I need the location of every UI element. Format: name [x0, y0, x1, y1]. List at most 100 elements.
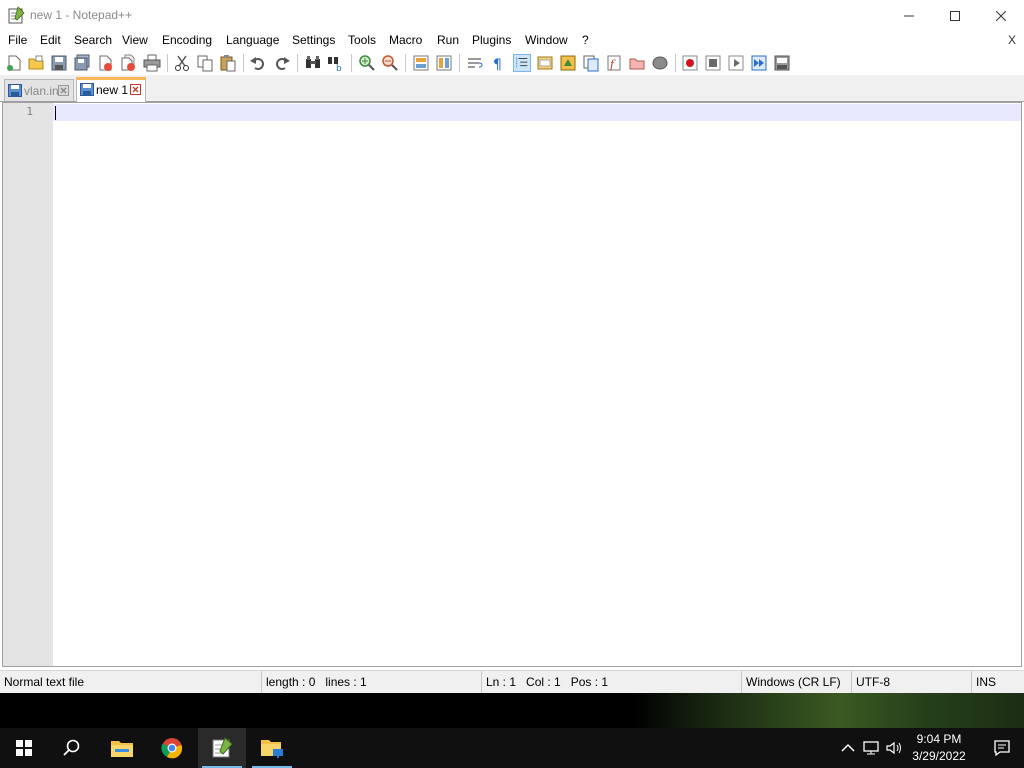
toolbar-separator: [351, 54, 352, 72]
taskbar: 9:04 PM 3/29/2022: [0, 728, 1024, 768]
tab-close-icon[interactable]: [130, 84, 141, 95]
cut-icon[interactable]: [173, 54, 191, 72]
network-folder-icon: [261, 740, 283, 758]
editor-area[interactable]: 1: [2, 102, 1022, 667]
redo-icon[interactable]: [273, 54, 291, 72]
zoom-out-icon[interactable]: [381, 54, 399, 72]
status-cursor-position[interactable]: Ln : 1 Col : 1 Pos : 1: [482, 671, 742, 694]
document-list-icon[interactable]: [582, 54, 600, 72]
record-macro-icon[interactable]: [681, 54, 699, 72]
indent-guide-icon[interactable]: [513, 54, 531, 72]
taskbar-file-explorer[interactable]: [98, 728, 146, 768]
tab-label: vlan.ini: [24, 84, 62, 98]
run-macro-multiple-icon[interactable]: [750, 54, 768, 72]
chevron-up-icon[interactable]: [838, 738, 858, 758]
volume-icon[interactable]: [884, 738, 904, 758]
status-length-lines: length : 0 lines : 1: [262, 671, 482, 694]
undo-icon[interactable]: [249, 54, 267, 72]
word-wrap-icon[interactable]: [466, 54, 484, 72]
menu-window[interactable]: Window: [525, 33, 568, 47]
sync-vertical-icon[interactable]: [412, 54, 430, 72]
status-eol[interactable]: Windows (CR LF): [742, 671, 852, 694]
action-center-button[interactable]: [980, 728, 1024, 768]
toolbar: b ¶ f: [0, 51, 1024, 75]
network-icon[interactable]: [861, 738, 881, 758]
taskbar-chrome[interactable]: [148, 728, 196, 768]
menu-view[interactable]: View: [122, 33, 148, 47]
save-macro-icon[interactable]: [773, 54, 791, 72]
search-icon: [63, 739, 80, 756]
save-all-icon[interactable]: [73, 54, 91, 72]
start-icon: [16, 740, 32, 756]
close-window-button[interactable]: [978, 0, 1024, 31]
menu-plugins[interactable]: Plugins: [472, 33, 511, 47]
menu-file[interactable]: File: [8, 33, 27, 47]
status-bar: Normal text file length : 0 lines : 1 Ln …: [0, 670, 1024, 694]
open-file-icon[interactable]: [27, 54, 45, 72]
sync-horizontal-icon[interactable]: [435, 54, 453, 72]
toolbar-separator: [459, 54, 460, 72]
notepadpp-app-icon[interactable]: [8, 6, 25, 24]
close-document-button[interactable]: X: [1008, 33, 1016, 47]
close-all-icon[interactable]: [119, 54, 137, 72]
toolbar-separator: [675, 54, 676, 72]
menu-macro[interactable]: Macro: [389, 33, 422, 47]
menu-language[interactable]: Language: [226, 33, 279, 47]
function-list-icon[interactable]: f: [605, 54, 623, 72]
show-all-characters-icon[interactable]: ¶: [489, 54, 507, 72]
minimize-button[interactable]: [886, 0, 932, 31]
menu-search[interactable]: Search: [74, 33, 112, 47]
encoding-text: UTF-8: [856, 675, 890, 689]
eol-text: Windows (CR LF): [746, 675, 841, 689]
line-number-gutter: 1: [3, 103, 53, 666]
tab-close-icon[interactable]: [58, 85, 69, 96]
line-position-text: Ln : 1: [486, 675, 517, 689]
system-clock[interactable]: 9:04 PM 3/29/2022: [906, 731, 972, 765]
taskbar-search-button[interactable]: [48, 728, 96, 768]
tab-new-1[interactable]: new 1: [76, 77, 146, 102]
find-icon[interactable]: [304, 54, 322, 72]
close-icon: [996, 10, 1006, 21]
new-file-icon[interactable]: [5, 54, 23, 72]
toolbar-separator: [405, 54, 406, 72]
file-explorer-icon: [111, 741, 133, 757]
clock-date: 3/29/2022: [912, 749, 966, 763]
menu-bar: File Edit Search View Encoding Language …: [0, 31, 1024, 51]
document-map-icon[interactable]: [559, 54, 577, 72]
menu-tools[interactable]: Tools: [348, 33, 376, 47]
status-encoding[interactable]: UTF-8: [852, 671, 972, 694]
menu-run[interactable]: Run: [437, 33, 459, 47]
lines-text: lines : 1: [325, 675, 367, 689]
menu-edit[interactable]: Edit: [40, 33, 61, 47]
start-button[interactable]: [0, 728, 48, 768]
toolbar-separator: [167, 54, 168, 72]
taskbar-notepadpp[interactable]: [198, 728, 246, 768]
folder-as-workspace-icon[interactable]: [628, 54, 646, 72]
copy-icon[interactable]: [196, 54, 214, 72]
monitoring-icon[interactable]: [651, 54, 669, 72]
user-defined-language-icon[interactable]: [536, 54, 554, 72]
paste-icon[interactable]: [219, 54, 237, 72]
line-number: 1: [26, 105, 33, 118]
close-icon[interactable]: [96, 54, 114, 72]
file-type-text: Normal text file: [4, 675, 85, 689]
tab-vlan-ini[interactable]: vlan.ini: [4, 79, 74, 101]
saved-file-icon: [8, 84, 22, 97]
maximize-icon: [950, 10, 960, 21]
menu-help[interactable]: ?: [582, 33, 589, 47]
maximize-button[interactable]: [932, 0, 978, 31]
print-icon[interactable]: [143, 54, 161, 72]
char-position-text: Pos : 1: [570, 675, 609, 689]
column-position-text: Col : 1: [526, 675, 561, 689]
status-insert-mode[interactable]: INS: [972, 671, 1024, 694]
menu-encoding[interactable]: Encoding: [162, 33, 212, 47]
stop-recording-icon[interactable]: [704, 54, 722, 72]
replace-icon[interactable]: b: [327, 54, 345, 72]
save-icon[interactable]: [50, 54, 68, 72]
notepadpp-icon: [212, 737, 233, 758]
tab-label: new 1: [96, 83, 129, 97]
taskbar-network-folder[interactable]: [248, 728, 296, 768]
zoom-in-icon[interactable]: [358, 54, 376, 72]
menu-settings[interactable]: Settings: [292, 33, 335, 47]
play-macro-icon[interactable]: [727, 54, 745, 72]
